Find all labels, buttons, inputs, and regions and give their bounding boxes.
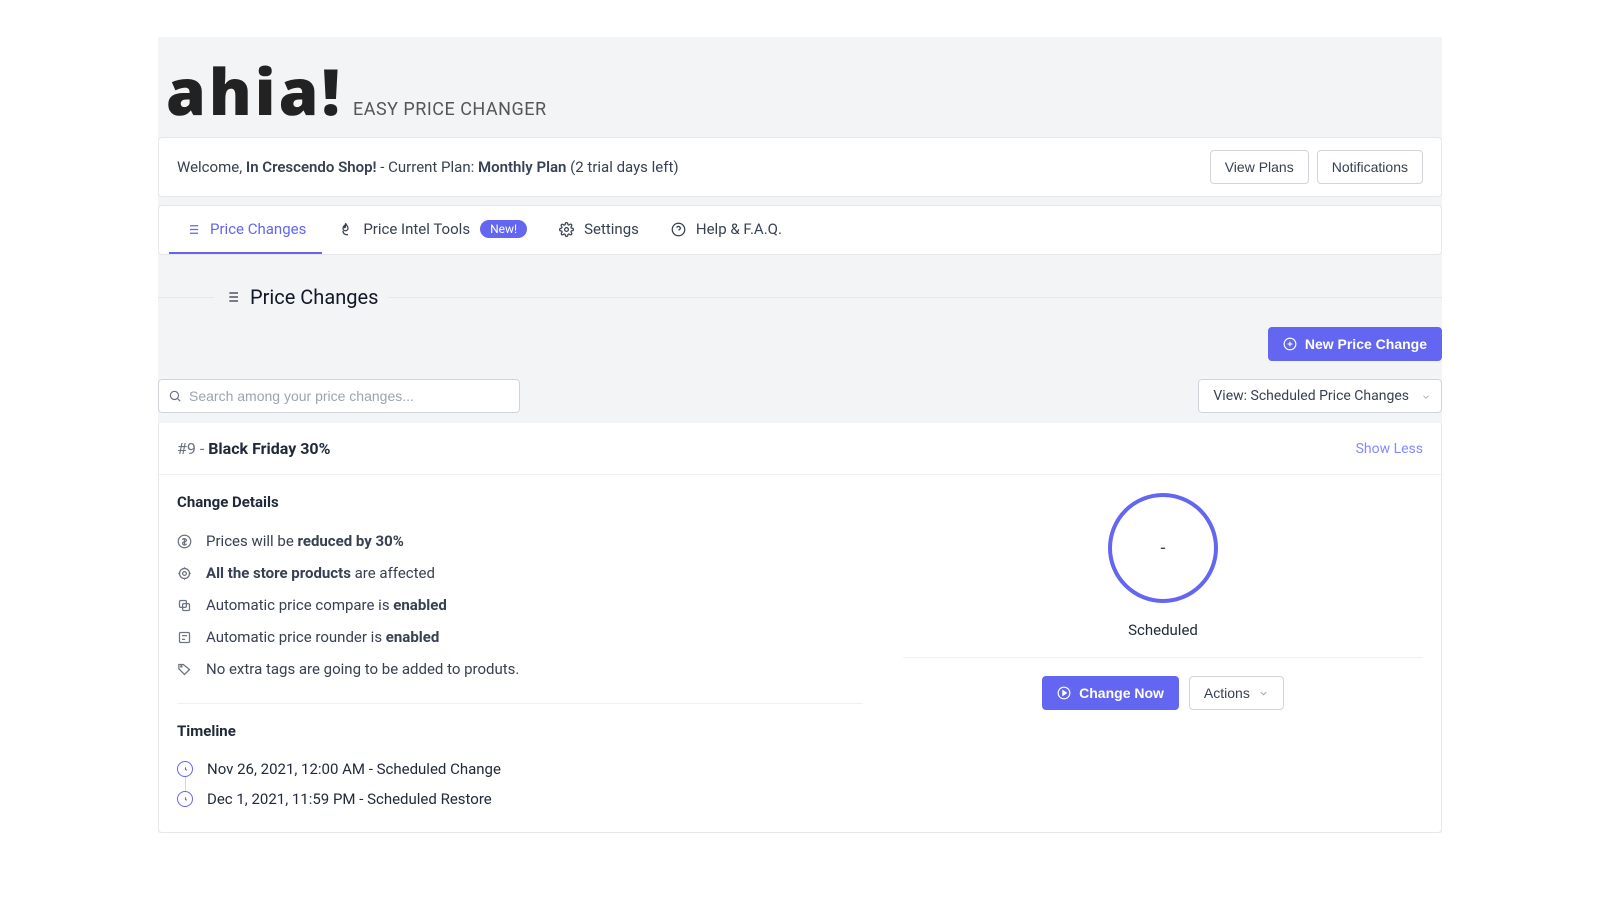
timeline-heading: Timeline	[177, 722, 863, 740]
tab-price-intel-label: Price Intel Tools	[363, 220, 470, 238]
copy-icon	[177, 598, 192, 613]
new-badge: New!	[480, 220, 527, 238]
trial-days: (2 trial days left)	[566, 158, 678, 176]
change-details-list: Prices will be reduced by 30% All the st…	[177, 525, 863, 685]
change-now-button[interactable]: Change Now	[1042, 676, 1179, 710]
welcome-text: Welcome, In Crescendo Shop! - Current Pl…	[177, 158, 679, 176]
actions-dropdown-button[interactable]: Actions	[1189, 676, 1284, 710]
view-plans-label: View Plans	[1225, 159, 1294, 175]
brand-logo: ahia!	[166, 59, 343, 123]
main-tabs: Price Changes Price Intel Tools New! Set…	[158, 205, 1442, 255]
timeline-list: Nov 26, 2021, 12:00 AM - Scheduled Chang…	[177, 754, 863, 814]
tab-settings[interactable]: Settings	[543, 206, 655, 254]
clock-icon	[177, 761, 193, 777]
tab-price-changes[interactable]: Price Changes	[169, 206, 322, 254]
play-circle-icon	[1057, 686, 1071, 700]
notifications-button[interactable]: Notifications	[1317, 150, 1423, 184]
brand-header: ahia! EASY PRICE CHANGER	[158, 37, 1442, 137]
welcome-bar: Welcome, In Crescendo Shop! - Current Pl…	[158, 137, 1442, 197]
progress-indicator: -	[1108, 493, 1218, 603]
search-input[interactable]	[158, 379, 520, 413]
view-filter-label: View: Scheduled Price Changes	[1213, 388, 1409, 404]
notifications-label: Notifications	[1332, 159, 1408, 175]
detail-rounder: Automatic price rounder is enabled	[177, 621, 863, 653]
chevron-down-icon	[1258, 688, 1269, 699]
tag-icon	[177, 662, 192, 677]
plan-prefix: - Current Plan:	[377, 158, 478, 176]
detail-price-reduction: Prices will be reduced by 30%	[177, 525, 863, 557]
show-less-link[interactable]: Show Less	[1356, 441, 1423, 457]
timeline-text: Dec 1, 2021, 11:59 PM - Scheduled Restor…	[207, 790, 492, 808]
plan-name: Monthly Plan	[478, 158, 566, 176]
view-plans-button[interactable]: View Plans	[1210, 150, 1309, 184]
section-title: Price Changes	[250, 285, 378, 309]
gear-icon	[559, 222, 574, 237]
timeline-item: Dec 1, 2021, 11:59 PM - Scheduled Restor…	[177, 784, 863, 814]
tab-help-label: Help & F.A.Q.	[696, 220, 782, 238]
dollar-icon	[177, 534, 192, 549]
clock-icon	[177, 791, 193, 807]
tab-price-changes-label: Price Changes	[210, 220, 306, 238]
timeline-text: Nov 26, 2021, 12:00 AM - Scheduled Chang…	[207, 760, 501, 778]
price-change-card: #9 - Black Friday 30% Show Less Change D…	[158, 423, 1442, 833]
tab-settings-label: Settings	[584, 220, 639, 238]
chevron-down-icon	[1421, 392, 1431, 402]
brand-tagline: EASY PRICE CHANGER	[353, 99, 547, 120]
fire-icon	[338, 222, 353, 237]
shop-name: In Crescendo Shop!	[246, 158, 377, 176]
welcome-prefix: Welcome,	[177, 158, 246, 176]
card-id: #9 -	[177, 439, 208, 458]
detail-scope: All the store products are affected	[177, 557, 863, 589]
round-icon	[177, 630, 192, 645]
section-header: Price Changes	[158, 285, 1442, 309]
progress-value: -	[1161, 538, 1166, 559]
card-title: #9 - Black Friday 30%	[177, 439, 330, 458]
change-details-heading: Change Details	[177, 493, 863, 511]
detail-compare: Automatic price compare is enabled	[177, 589, 863, 621]
plus-circle-icon	[1283, 337, 1297, 351]
target-icon	[177, 566, 192, 581]
tab-help[interactable]: Help & F.A.Q.	[655, 206, 798, 254]
list-icon	[224, 289, 240, 305]
view-filter-select[interactable]: View: Scheduled Price Changes	[1198, 379, 1442, 413]
actions-label: Actions	[1204, 685, 1250, 701]
help-icon	[671, 222, 686, 237]
list-icon	[185, 222, 200, 237]
card-name: Black Friday 30%	[208, 439, 330, 458]
status-label: Scheduled	[1128, 621, 1198, 639]
search-icon	[168, 389, 182, 403]
new-price-change-button[interactable]: New Price Change	[1268, 327, 1442, 361]
detail-tags: No extra tags are going to be added to p…	[177, 653, 863, 685]
tab-price-intel[interactable]: Price Intel Tools New!	[322, 206, 543, 254]
timeline-item: Nov 26, 2021, 12:00 AM - Scheduled Chang…	[177, 754, 863, 784]
change-now-label: Change Now	[1079, 685, 1164, 701]
new-price-change-label: New Price Change	[1305, 336, 1427, 352]
